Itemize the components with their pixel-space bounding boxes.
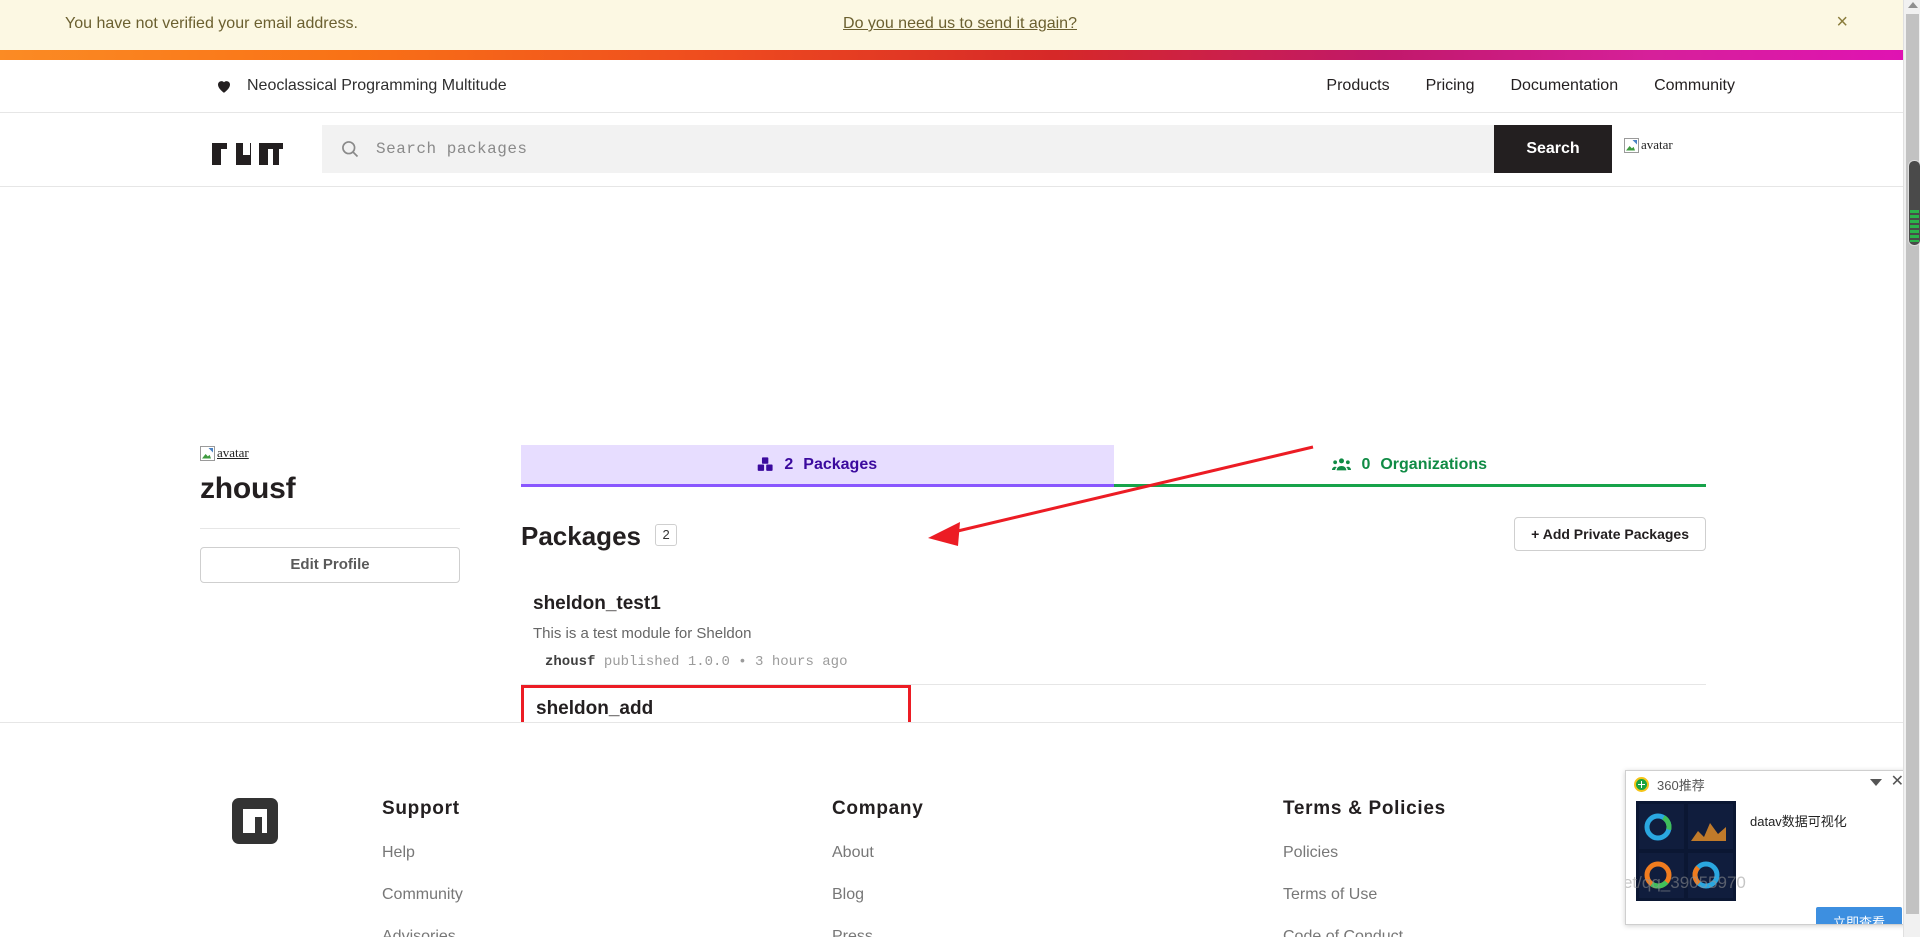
search-icon (340, 139, 360, 159)
tab-packages-count: 2 (784, 455, 794, 473)
footer-column-terms: Terms & Policies Policies Terms of Use C… (1283, 798, 1446, 937)
ad-body: datav数据可视化 立即查看 https://blog.csdn.net/qq… (1626, 797, 1912, 924)
nav-link-products[interactable]: Products (1326, 77, 1389, 95)
email-verification-banner: You have not verified your email address… (0, 0, 1920, 50)
footer-link-about[interactable]: About (832, 844, 923, 862)
ad-cta-button[interactable]: 立即查看 (1816, 907, 1902, 924)
footer-column-company: Company About Blog Press (832, 798, 923, 937)
search-field-wrapper[interactable] (322, 125, 1494, 173)
banner-message: You have not verified your email address… (65, 15, 358, 32)
add-private-packages-button[interactable]: + Add Private Packages (1514, 517, 1706, 551)
footer-link-policies[interactable]: Policies (1283, 844, 1446, 862)
footer-npm-logo[interactable] (232, 798, 278, 844)
footer-link-community[interactable]: Community (382, 886, 463, 904)
banner-resend-link[interactable]: Do you need us to send it again? (843, 15, 1077, 33)
tab-packages-label: Packages (803, 455, 878, 473)
avatar-broken-image: avatar (1624, 137, 1673, 153)
nav-link-community[interactable]: Community (1654, 77, 1735, 95)
footer-link-code-of-conduct[interactable]: Code of Conduct (1283, 928, 1446, 937)
profile-avatar[interactable]: avatar (200, 445, 460, 466)
tab-organizations-count: 0 (1361, 455, 1371, 473)
tab-organizations[interactable]: 0 Organizations (1113, 445, 1706, 487)
ad-description: datav数据可视化 (1750, 814, 1847, 829)
search-button[interactable]: Search (1494, 125, 1612, 173)
scrollbar-thumb-stripes (1910, 210, 1919, 242)
tab-packages[interactable]: 2 Packages (521, 445, 1114, 487)
scrollbar-up-arrow[interactable] (1908, 2, 1918, 8)
footer-link-blog[interactable]: Blog (832, 886, 923, 904)
package-author[interactable]: zhousf (545, 654, 595, 670)
package-description: This is a test module for Sheldon (533, 625, 752, 642)
nav-avatar[interactable]: avatar (1624, 125, 1676, 165)
packages-title: Packages (521, 521, 641, 551)
profile-avatar-broken-image: avatar (200, 445, 249, 461)
package-name[interactable]: sheldon_add (536, 698, 896, 720)
npm-logo[interactable] (212, 143, 284, 165)
watermark-text: https://blog.csdn.net/qq_39055970 (1626, 873, 1746, 892)
profile-username: zhousf (200, 471, 296, 505)
organizations-icon (1332, 456, 1352, 473)
ad-title: 360推荐 (1657, 777, 1705, 793)
footer-link-advisories[interactable]: Advisories (382, 928, 463, 937)
gradient-divider (0, 50, 1920, 60)
scrollbar-thumb[interactable] (1908, 160, 1920, 246)
package-meta: zhousf published 1.0.0 • 3 hours ago (545, 654, 1694, 670)
package-name[interactable]: sheldon_test1 (533, 593, 1694, 615)
footer-link-press[interactable]: Press (832, 928, 923, 937)
edit-profile-button[interactable]: Edit Profile (200, 546, 460, 583)
profile-tabs: 2 Packages 0 Organizations (521, 445, 1706, 487)
package-row[interactable]: sheldon_test1 This is a test module for … (521, 583, 1706, 685)
avatar-alt-text: avatar (1641, 137, 1673, 152)
chevron-down-icon[interactable] (1870, 779, 1882, 786)
nav-links: Products Pricing Documentation Community (1326, 77, 1735, 95)
footer-column-title: Support (382, 798, 460, 819)
scrollbar-track[interactable] (1906, 14, 1920, 914)
brand-name: Neoclassical Programming Multitude (247, 77, 507, 94)
profile-avatar-alt-text: avatar (217, 445, 249, 460)
nav-link-pricing[interactable]: Pricing (1426, 77, 1475, 95)
ad-right: datav数据可视化 立即查看 https://blog.csdn.net/qq… (1626, 801, 1904, 924)
360-logo-icon (1634, 776, 1649, 792)
footer-link-terms-of-use[interactable]: Terms of Use (1283, 886, 1446, 904)
broken-image-icon (200, 445, 215, 461)
heart-icon (215, 77, 233, 95)
profile-sidebar: avatar zhousf Edit Profile (200, 445, 460, 583)
page-root: You have not verified your email address… (0, 0, 1920, 937)
ad-close-icon[interactable]: ✕ (1891, 774, 1904, 790)
footer-link-help[interactable]: Help (382, 844, 463, 862)
profile-divider (200, 527, 460, 529)
footer-column-title: Terms & Policies (1283, 798, 1446, 819)
search-bar-row: Search avatar (0, 113, 1920, 187)
brand-block[interactable]: Neoclassical Programming Multitude (215, 77, 507, 95)
nav-link-documentation[interactable]: Documentation (1510, 77, 1618, 95)
main-content: avatar zhousf Edit Profile 2 Packages 0 … (0, 187, 1920, 799)
footer-column-title: Company (832, 798, 924, 819)
packages-icon (757, 456, 774, 473)
packages-header: Packages 2 + Add Private Packages (521, 517, 1706, 561)
banner-close-icon[interactable]: × (1836, 12, 1848, 32)
top-navigation: Neoclassical Programming Multitude Produ… (0, 60, 1920, 113)
search-input[interactable] (374, 139, 1494, 159)
footer-column-support: Support Help Community Advisories (382, 798, 463, 937)
ad-popup: 360推荐 ✕ datav数据可视化 立即查看 t/qq_39055970 (1625, 770, 1913, 925)
ad-header: 360推荐 ✕ (1626, 771, 1912, 797)
packages-count-badge: 2 (655, 523, 677, 546)
broken-image-icon (1624, 137, 1639, 153)
page-scrollbar[interactable] (1903, 0, 1920, 937)
tab-organizations-label: Organizations (1380, 455, 1488, 473)
package-publish-info: published 1.0.0 • 3 hours ago (603, 654, 848, 670)
